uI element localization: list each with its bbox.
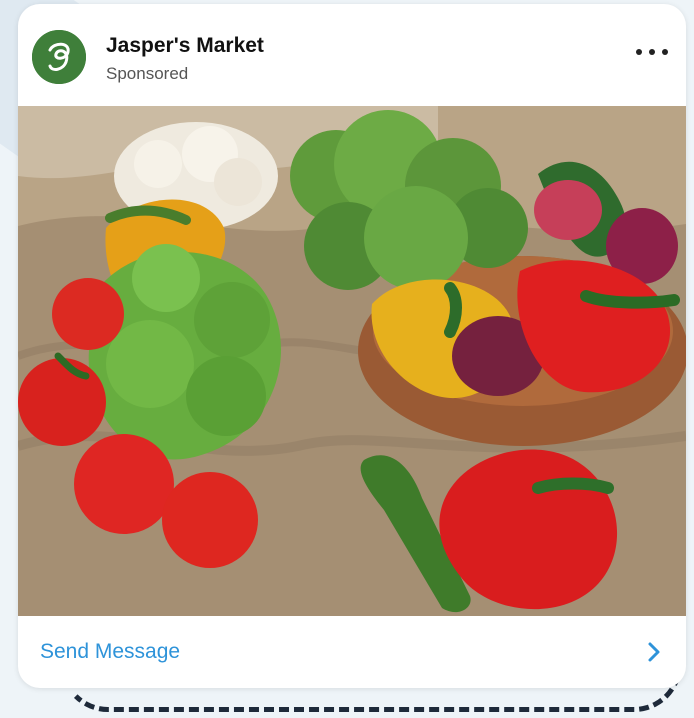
sponsored-label: Sponsored: [106, 64, 189, 83]
vegetables-image: [18, 106, 686, 616]
ellipsis-dot: [662, 49, 668, 55]
send-message-label: Send Message: [40, 640, 181, 663]
script-j-icon: [32, 30, 86, 84]
brand-logo-icon[interactable]: [32, 30, 86, 84]
brand-name[interactable]: Jasper's Market: [106, 34, 264, 58]
more-options-icon[interactable]: [636, 42, 668, 62]
post-header: Jasper's Market Sponsored: [18, 4, 686, 106]
ellipsis-dot: [649, 49, 655, 55]
chevron-right-icon: [648, 642, 660, 662]
send-message-button[interactable]: Send Message: [18, 616, 686, 688]
ad-image[interactable]: [18, 106, 686, 616]
ellipsis-dot: [636, 49, 642, 55]
sponsored-post-card[interactable]: Jasper's Market Sponsored Send Message: [18, 4, 686, 688]
